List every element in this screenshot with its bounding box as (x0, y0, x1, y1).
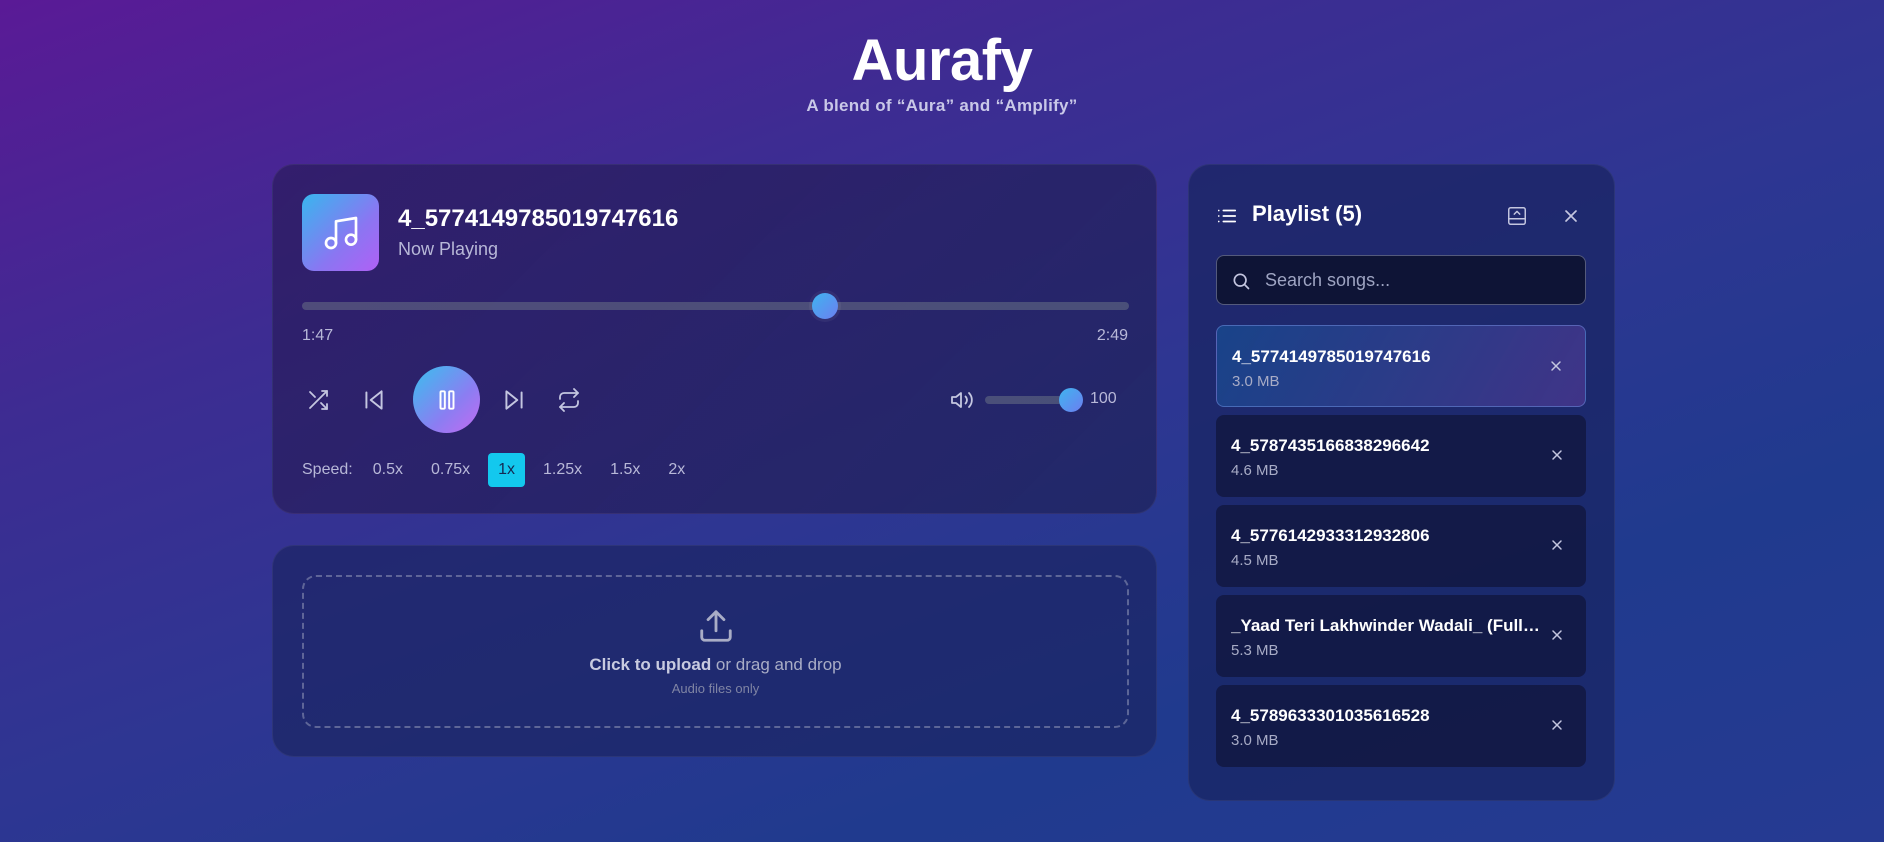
current-time: 1:47 (302, 327, 334, 344)
previous-button[interactable] (359, 385, 389, 415)
song-size: 3.0 MB (1231, 732, 1279, 749)
speed-label: Speed: (302, 461, 353, 478)
search-icon (1233, 273, 1250, 290)
collapse-icon (1508, 207, 1526, 225)
upload-text: or drag and drop (711, 655, 842, 674)
remove-icon (1552, 540, 1562, 550)
remove-song-button[interactable] (1546, 444, 1568, 466)
remove-song-button[interactable] (1545, 355, 1567, 377)
upload-dropzone[interactable]: Click to upload or drag and drop Audio f… (302, 575, 1129, 728)
song-name: 4_5776142933312932806 (1231, 526, 1430, 545)
seek-thumb[interactable] (812, 293, 839, 319)
song-name: _Yaad Teri Lakhwinder Wadali_ (Full Vide… (1231, 616, 1541, 635)
next-button[interactable] (499, 385, 529, 415)
repeat-button[interactable] (554, 385, 584, 415)
speed-option[interactable]: 0.5x (363, 453, 413, 487)
speed-option[interactable]: 1x (488, 453, 526, 487)
repeat-icon (559, 388, 579, 412)
playlist-item[interactable]: 4_5787435166838296642 4.6 MB (1216, 415, 1586, 497)
close-playlist-button[interactable] (1558, 203, 1584, 229)
remove-icon (1552, 450, 1562, 460)
track-title: 4_5774149785019747616 (398, 205, 679, 232)
playlist-panel: Playlist (5) 4_5774149785019747616 3.0 MB… (1188, 164, 1615, 801)
remove-icon (1551, 361, 1561, 371)
remove-icon (1552, 720, 1562, 730)
speed-option[interactable]: 2x (658, 453, 695, 487)
upload-hint: Audio files only (671, 681, 760, 696)
song-name: 4_5789633301035616528 (1231, 706, 1430, 725)
song-name: 4_5774149785019747616 (1232, 347, 1431, 366)
list-icon (1217, 209, 1237, 223)
pause-button[interactable] (413, 366, 480, 433)
app-header: Aurafy A blend of “Aura” and “Amplify” (0, 26, 1884, 116)
upload-link[interactable]: Click to upload (589, 655, 711, 674)
song-name: 4_5787435166838296642 (1231, 436, 1430, 455)
collapse-playlist-button[interactable] (1504, 203, 1530, 229)
song-size: 4.6 MB (1231, 462, 1279, 479)
now-playing-label: Now Playing (398, 239, 499, 259)
remove-song-button[interactable] (1546, 714, 1568, 736)
shuffle-icon (309, 390, 328, 410)
search-box (1216, 255, 1586, 305)
volume-slider[interactable] (985, 388, 1083, 412)
album-art (302, 194, 379, 271)
upload-icon (699, 610, 732, 642)
app-title: Aurafy (851, 28, 1033, 93)
total-time: 2:49 (1096, 327, 1128, 344)
volume-button[interactable] (948, 386, 976, 414)
volume-icon (951, 392, 973, 408)
skip-back-icon (365, 390, 383, 410)
speed-selector: Speed: 0.5x 0.75x 1x 1.25x 1.5x 2x (302, 453, 703, 487)
volume-thumb[interactable] (1059, 388, 1083, 412)
pause-icon (439, 389, 454, 410)
app-subtitle: A blend of “Aura” and “Amplify” (806, 96, 1078, 115)
remove-icon (1552, 630, 1562, 640)
player-card: 4_5774149785019747616 Now Playing 1:47 2… (272, 164, 1157, 514)
seek-bar[interactable] (302, 293, 1129, 319)
playlist-item[interactable]: 4_5774149785019747616 3.0 MB (1216, 325, 1586, 407)
playlist-header: Playlist (5) (1216, 201, 1588, 231)
speed-option[interactable]: 0.75x (421, 453, 480, 487)
speed-option[interactable]: 1.25x (533, 453, 592, 487)
song-size: 5.3 MB (1231, 642, 1279, 659)
search-input[interactable] (1265, 256, 1565, 304)
playlist-title: Playlist (5) (1252, 201, 1363, 226)
song-size: 3.0 MB (1232, 373, 1280, 390)
music-note-icon (324, 216, 357, 249)
playlist-item[interactable]: _Yaad Teri Lakhwinder Wadali_ (Full Vide… (1216, 595, 1586, 677)
skip-forward-icon (505, 390, 523, 410)
speed-option[interactable]: 1.5x (600, 453, 650, 487)
playlist-item[interactable]: 4_5776142933312932806 4.5 MB (1216, 505, 1586, 587)
close-icon (1565, 210, 1577, 222)
song-size: 4.5 MB (1231, 552, 1279, 569)
upload-card: Click to upload or drag and drop Audio f… (272, 545, 1157, 757)
upload-instructions: Click to upload or drag and drop (304, 655, 1127, 675)
volume-value: 100 (1090, 390, 1117, 407)
remove-song-button[interactable] (1546, 624, 1568, 646)
remove-song-button[interactable] (1546, 534, 1568, 556)
playlist-item[interactable]: 4_5789633301035616528 3.0 MB (1216, 685, 1586, 767)
shuffle-button[interactable] (303, 385, 333, 415)
